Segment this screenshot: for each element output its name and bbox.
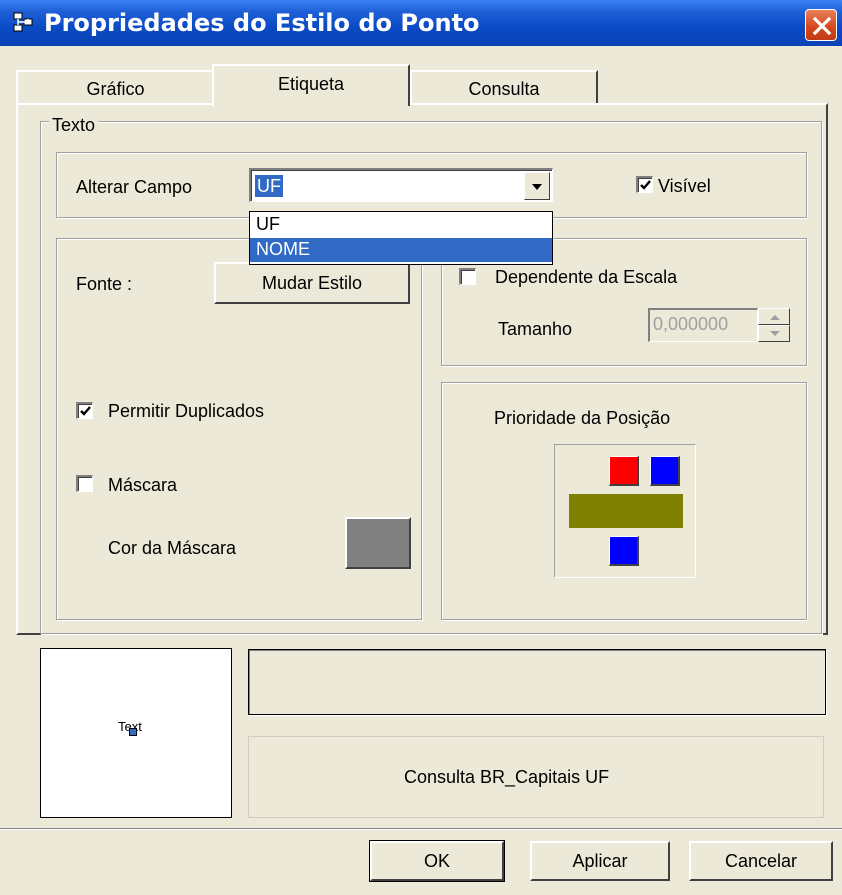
alterar-campo-label: Alterar Campo bbox=[76, 177, 193, 197]
mudar-estilo-button[interactable]: Mudar Estilo bbox=[214, 262, 410, 304]
consulta-text: Consulta BR_Capitais UF bbox=[404, 767, 610, 787]
preview-anchor-marker bbox=[129, 728, 137, 736]
cor-mascara-swatch[interactable] bbox=[345, 517, 411, 569]
posicao-blue-cell-bottom[interactable] bbox=[609, 536, 639, 566]
chevron-down-icon bbox=[532, 184, 542, 190]
tab-grafico[interactable]: Gráfico bbox=[16, 70, 215, 104]
close-button[interactable] bbox=[805, 9, 837, 41]
tamanho-input[interactable]: 0,000000 bbox=[648, 308, 758, 342]
campo-option-nome[interactable]: NOME bbox=[250, 238, 552, 262]
checkmark-icon bbox=[640, 180, 651, 190]
dependente-escala-checkbox[interactable] bbox=[459, 268, 476, 285]
title-bar[interactable]: Propriedades do Estilo do Ponto bbox=[0, 0, 842, 46]
close-icon bbox=[812, 16, 832, 36]
texto-group-legend: Texto bbox=[49, 115, 99, 135]
apply-button[interactable]: Aplicar bbox=[530, 841, 670, 881]
tamanho-spinner[interactable] bbox=[758, 308, 790, 342]
dialog-window: Propriedades do Estilo do Ponto Gráfico … bbox=[0, 0, 842, 895]
mascara-checkbox[interactable] bbox=[76, 475, 93, 492]
visivel-label: Visível bbox=[658, 176, 711, 196]
tamanho-label: Tamanho bbox=[498, 319, 573, 339]
footer-separator bbox=[0, 828, 842, 830]
campo-select-value: UF bbox=[255, 175, 283, 197]
visivel-checkbox[interactable] bbox=[636, 176, 653, 193]
checkmark-icon bbox=[80, 406, 91, 416]
campo-option-uf[interactable]: UF bbox=[250, 213, 552, 237]
tab-consulta[interactable]: Consulta bbox=[410, 70, 598, 104]
spin-up-button[interactable] bbox=[758, 308, 790, 325]
fonte-label: Fonte : bbox=[76, 274, 133, 294]
window-app-icon bbox=[12, 11, 36, 35]
spin-down-icon bbox=[770, 331, 780, 336]
mascara-label: Máscara bbox=[108, 475, 178, 495]
dependente-escala-label: Dependente da Escala bbox=[495, 267, 678, 287]
label-preview: Text bbox=[40, 648, 232, 818]
cor-mascara-label: Cor da Máscara bbox=[108, 538, 237, 558]
posicao-red-cell[interactable] bbox=[609, 456, 639, 486]
info-box bbox=[248, 649, 826, 715]
spin-down-button[interactable] bbox=[758, 325, 790, 342]
campo-dropdown-list: UF NOME bbox=[249, 211, 553, 265]
spin-up-icon bbox=[770, 315, 780, 320]
posicao-center-bar bbox=[569, 494, 683, 528]
tab-etiqueta[interactable]: Etiqueta bbox=[212, 64, 410, 106]
prioridade-posicao-label: Prioridade da Posição bbox=[494, 408, 671, 428]
campo-select[interactable]: UF bbox=[249, 168, 553, 202]
posicao-blue-cell-top[interactable] bbox=[650, 456, 680, 486]
permitir-duplicados-checkbox[interactable] bbox=[76, 402, 93, 419]
ok-button[interactable]: OK bbox=[369, 840, 505, 882]
campo-dropdown-button[interactable] bbox=[524, 172, 550, 200]
permitir-duplicados-label: Permitir Duplicados bbox=[108, 401, 265, 421]
window-title: Propriedades do Estilo do Ponto bbox=[44, 9, 480, 37]
cancel-button[interactable]: Cancelar bbox=[689, 841, 833, 881]
